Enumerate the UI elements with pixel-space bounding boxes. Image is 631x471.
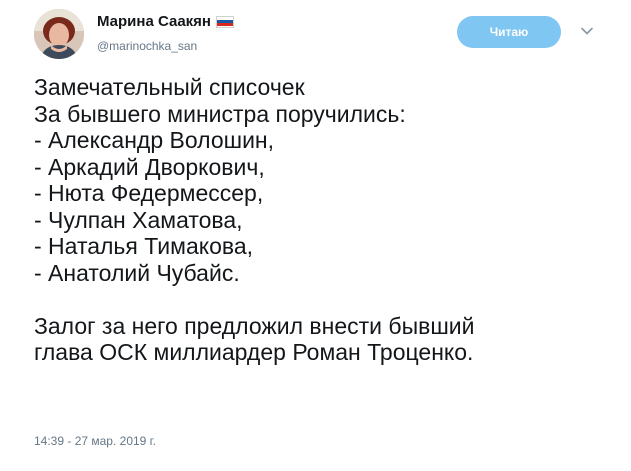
tweet-line: - Наталья Тимакова, xyxy=(34,233,254,259)
tweet-line: - Нюта Федермессер, xyxy=(34,180,264,206)
tweet-card: Марина Саакян @marinochka_san Читаю Заме… xyxy=(0,0,631,471)
tweet-line: Замечательный списочек xyxy=(34,74,305,100)
tweet-line: глава ОСК миллиардер Роман Троценко. xyxy=(34,339,474,365)
avatar[interactable] xyxy=(34,9,84,59)
tweet-line: - Аркадий Дворкович, xyxy=(34,153,265,180)
tweet-timestamp[interactable]: 14:39 - 27 мар. 2019 г. xyxy=(34,434,156,448)
tweet-line: - Чулпан Хаматова, xyxy=(34,206,243,233)
tweet-line: Залог за него предложил внести бывший xyxy=(34,312,475,339)
author-handle[interactable]: @marinochka_san xyxy=(97,39,197,53)
chevron-down-icon[interactable] xyxy=(580,24,594,38)
russia-flag-icon xyxy=(216,15,234,28)
tweet-line: За бывшего министра поручились: xyxy=(34,100,406,127)
tweet-line: - Анатолий Чубайс. xyxy=(34,259,240,286)
tweet-line: - Александр Волошин, xyxy=(34,127,275,153)
following-button[interactable]: Читаю xyxy=(457,16,561,48)
author-name[interactable]: Марина Саакян xyxy=(97,13,211,30)
paragraph-break xyxy=(34,286,614,313)
display-name[interactable]: Марина Саакян xyxy=(97,13,234,30)
tweet-text: Замечательный списочек За бывшего минист… xyxy=(34,74,614,366)
